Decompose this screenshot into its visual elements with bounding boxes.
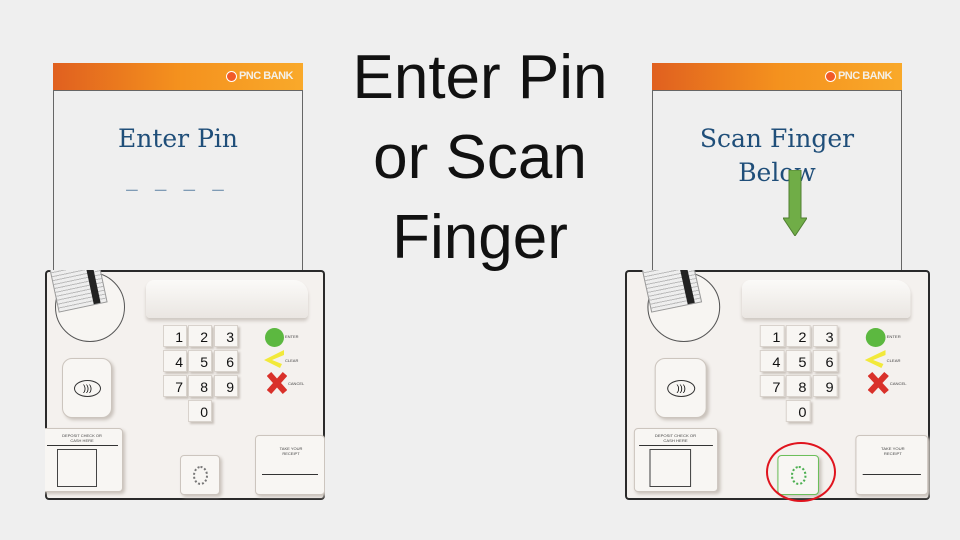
key-1[interactable]: 1 [163,325,187,347]
check-drawing [649,449,692,487]
contactless-icon: ))) [667,380,696,397]
key-1[interactable]: 1 [759,325,785,347]
atm-screen-enter-pin: PNC BANK Enter Pin _ _ _ _ [53,63,303,271]
key-9[interactable]: 9 [214,375,238,397]
title-line: Enter Pin [352,43,608,112]
cancel-button[interactable] [867,372,889,394]
screen-header: PNC BANK [53,63,303,91]
tray-line [262,474,318,475]
pin-entry-field[interactable]: _ _ _ _ [54,170,302,193]
key-7[interactable]: 7 [163,375,187,397]
title-line: Finger [392,203,568,272]
key-2[interactable]: 2 [188,325,212,347]
contactless-reader[interactable]: ))) [62,358,112,418]
enter-label: ENTER [886,334,901,339]
receipt-printer [742,280,911,318]
key-2[interactable]: 2 [785,325,811,347]
key-0[interactable]: 0 [785,400,811,422]
key-5[interactable]: 5 [188,350,212,372]
check-drawing [57,449,97,487]
clear-button[interactable] [264,350,284,368]
contactless-reader[interactable]: ))) [654,358,707,418]
tray-line [862,474,921,475]
screen-header: PNC BANK [652,63,902,91]
pnc-logo-icon [824,70,836,82]
clear-label: CLEAR [886,358,901,363]
atm-screen-scan-finger: PNC BANK Scan Finger Below [652,63,902,271]
fingerprint-icon [193,466,208,485]
pnc-logo-icon [225,70,237,82]
cancel-label: CANCEL [288,381,305,386]
receipt-tray[interactable]: TAKE YOUR RECEIPT [855,435,929,495]
key-5[interactable]: 5 [785,350,811,372]
fingerprint-scanner[interactable] [180,455,220,495]
slot-line [639,445,713,446]
key-3[interactable]: 3 [812,325,838,347]
receipt-label: TAKE YOUR RECEIPT [881,446,905,456]
screen-heading: Scan Finger [699,124,855,153]
enter-button[interactable] [865,328,886,347]
key-8[interactable]: 8 [785,375,811,397]
atm-keypad-photo: 1 2 3 4 5 6 7 8 9 0 ENTER CLEAR CANCEL )… [45,270,325,500]
key-9[interactable]: 9 [812,375,838,397]
key-3[interactable]: 3 [214,325,238,347]
deposit-slot[interactable]: DEPOSIT CHECK OR CASH HERE [45,428,123,492]
pnc-bank-logo: PNC BANK [824,70,893,82]
key-8[interactable]: 8 [188,375,212,397]
brand-name: PNC BANK [238,70,294,82]
screen-heading: Enter Pin [117,124,238,153]
slot-line [47,445,118,446]
screen-heading: Below [738,158,816,187]
key-6[interactable]: 6 [812,350,838,372]
deposit-label: DEPOSIT CHECK OR CASH HERE [62,433,102,443]
brand-name: PNC BANK [837,70,893,82]
key-0[interactable]: 0 [188,400,212,422]
clear-button[interactable] [864,350,886,368]
key-7[interactable]: 7 [759,375,785,397]
deposit-label: DEPOSIT CHECK OR CASH HERE [654,433,697,443]
title-line: or Scan [373,123,587,192]
deposit-slot[interactable]: DEPOSIT CHECK OR CASH HERE [633,428,719,492]
contactless-icon: ))) [74,380,101,397]
clear-label: CLEAR [285,358,299,363]
down-arrow-icon [783,170,807,236]
receipt-tray[interactable]: TAKE YOUR RECEIPT [255,435,325,495]
key-4[interactable]: 4 [759,350,785,372]
receipt-label: TAKE YOUR RECEIPT [279,446,303,456]
cancel-button[interactable] [267,372,287,394]
receipt-printer [146,280,308,318]
key-6[interactable]: 6 [214,350,238,372]
key-4[interactable]: 4 [163,350,187,372]
cancel-label: CANCEL [889,381,907,386]
pnc-bank-logo: PNC BANK [225,70,294,82]
slide-title: Enter Pin or Scan Finger [300,38,660,278]
enter-button[interactable] [265,328,284,347]
enter-label: ENTER [285,334,299,339]
fingerprint-highlight-circle [766,442,836,502]
